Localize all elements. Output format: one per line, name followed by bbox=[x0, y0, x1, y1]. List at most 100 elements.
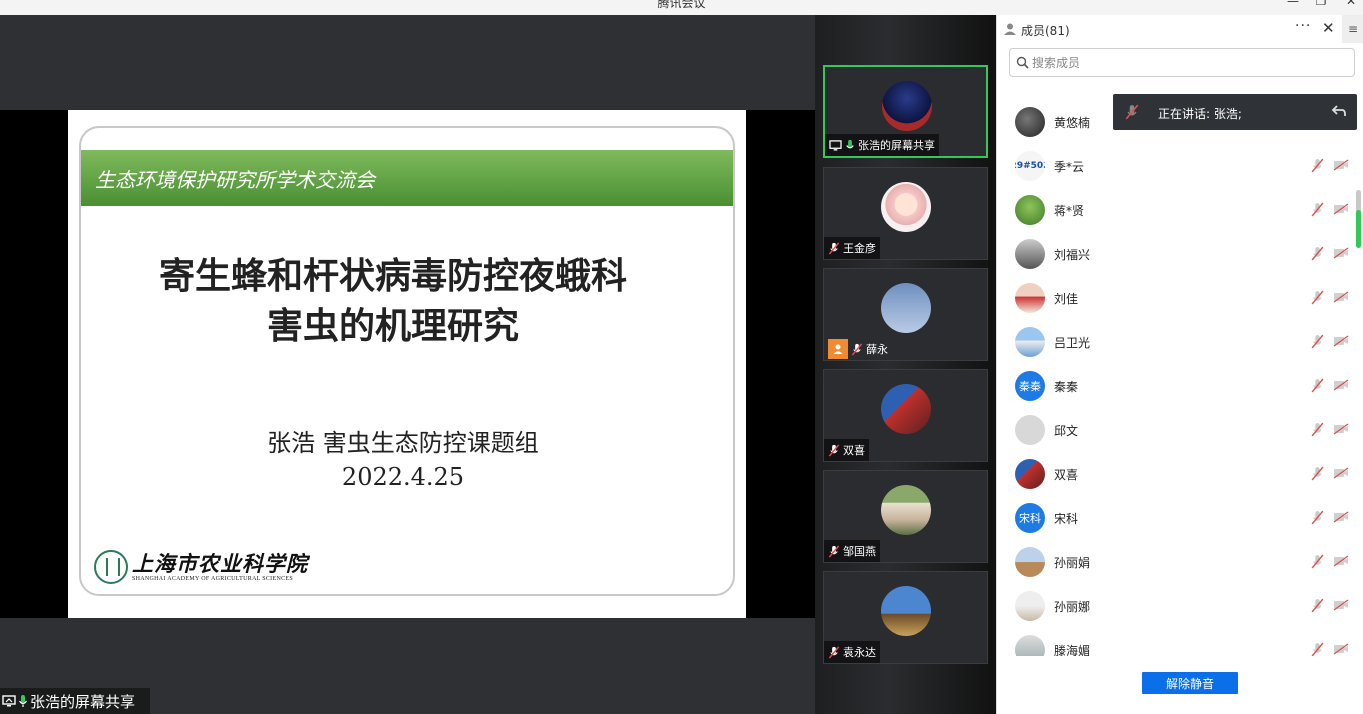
video-tile[interactable]: 双喜 bbox=[823, 369, 988, 462]
scroll-thumb[interactable] bbox=[1356, 210, 1361, 248]
avatar bbox=[881, 182, 931, 232]
mic-muted-icon[interactable] bbox=[1311, 510, 1324, 528]
member-row[interactable]: 滕海媚 bbox=[997, 628, 1354, 656]
minimize-button[interactable]: — bbox=[1283, 0, 1303, 8]
tile-name: 双喜 bbox=[843, 444, 865, 457]
mic-muted-icon[interactable] bbox=[1311, 422, 1324, 440]
mic-muted-icon bbox=[828, 544, 840, 558]
avatar bbox=[1015, 415, 1045, 445]
member-row[interactable]: 刘福兴 bbox=[997, 232, 1354, 276]
academy-name-cn: 上海市农业科学院 bbox=[132, 551, 308, 576]
mic-muted-icon[interactable] bbox=[1311, 598, 1324, 616]
tile-name-bar: 薛永 bbox=[824, 338, 892, 360]
member-name: 吕卫光 bbox=[1054, 336, 1091, 350]
camera-off-icon[interactable] bbox=[1333, 423, 1349, 438]
member-row[interactable]: 蒋*贤 bbox=[997, 188, 1354, 232]
camera-off-icon[interactable] bbox=[1333, 247, 1349, 262]
mic-muted-icon[interactable] bbox=[1311, 290, 1324, 308]
user-icon bbox=[828, 339, 848, 359]
video-tile[interactable]: 张浩的屏幕共享 bbox=[823, 65, 988, 158]
mic-muted-icon[interactable] bbox=[1311, 246, 1324, 264]
camera-off-icon[interactable] bbox=[1333, 159, 1349, 174]
member-list-scrollbar[interactable] bbox=[1356, 190, 1361, 248]
title-bar: 腾讯会议 — ❐ ✕ bbox=[0, 0, 1363, 15]
unmute-button[interactable]: 解除静音 bbox=[1142, 672, 1238, 694]
tile-name: 袁永达 bbox=[843, 646, 876, 659]
avatar bbox=[1015, 239, 1045, 269]
close-window-button[interactable]: ✕ bbox=[1341, 0, 1361, 8]
avatar: 宋科 bbox=[1015, 503, 1045, 533]
shared-screen-stage: 生态环境保护研究所学术交流会 寄生蜂和杆状病毒防控夜蛾科 害虫的机理研究 张浩 … bbox=[0, 15, 815, 714]
camera-off-icon[interactable] bbox=[1333, 335, 1349, 350]
member-row[interactable]: 29#502 季*云 bbox=[997, 144, 1354, 188]
avatar bbox=[1015, 195, 1045, 225]
video-tile[interactable]: 邹国燕 bbox=[823, 470, 988, 563]
camera-off-icon[interactable] bbox=[1333, 203, 1349, 218]
return-arrow-icon[interactable] bbox=[1331, 103, 1347, 119]
avatar bbox=[1015, 327, 1045, 357]
close-panel-button[interactable]: ✕ bbox=[1322, 19, 1335, 37]
mic-muted-icon[interactable] bbox=[1311, 334, 1324, 352]
speaking-text: 正在讲话: 张浩; bbox=[1158, 107, 1242, 121]
mic-muted-icon bbox=[828, 443, 840, 457]
member-row[interactable]: 邱文 bbox=[997, 408, 1354, 452]
member-row[interactable]: 刘佳 bbox=[997, 276, 1354, 320]
member-row[interactable]: 孙丽娟 bbox=[997, 540, 1354, 584]
tile-name: 张浩的屏幕共享 bbox=[858, 139, 935, 152]
slide-author: 张浩 害虫生态防控课题组 bbox=[267, 429, 539, 457]
member-name: 宋科 bbox=[1054, 512, 1079, 526]
avatar-badge-text: 29#502 bbox=[1015, 161, 1045, 171]
mic-on-icon bbox=[846, 139, 854, 148]
video-tile[interactable]: 袁永达 bbox=[823, 571, 988, 664]
member-name: 双喜 bbox=[1054, 468, 1079, 482]
member-row[interactable]: 孙丽娜 bbox=[997, 584, 1354, 628]
member-row[interactable]: 吕卫光 bbox=[997, 320, 1354, 364]
camera-off-icon[interactable] bbox=[1333, 291, 1349, 306]
video-tile[interactable]: 薛永 bbox=[823, 268, 988, 361]
mic-muted-icon[interactable] bbox=[1311, 642, 1324, 656]
member-search[interactable] bbox=[1009, 48, 1355, 77]
member-name: 孙丽娟 bbox=[1054, 556, 1091, 570]
member-row[interactable]: 宋科 宋科 bbox=[997, 496, 1354, 540]
menu-icon[interactable]: ≡ bbox=[1342, 15, 1363, 43]
avatar bbox=[881, 283, 931, 333]
window-title: 腾讯会议 bbox=[657, 0, 706, 10]
member-name: 黄悠楠 bbox=[1054, 116, 1091, 130]
screen-share-icon bbox=[829, 139, 842, 151]
member-name: 秦秦 bbox=[1054, 380, 1079, 394]
slide-header-bar: 生态环境保护研究所学术交流会 bbox=[81, 150, 733, 206]
more-options-button[interactable]: ··· bbox=[1295, 18, 1311, 34]
video-tile[interactable]: 王金彦 bbox=[823, 167, 988, 260]
slide-header-text: 生态环境保护研究所学术交流会 bbox=[95, 168, 375, 192]
tile-name-bar: 张浩的屏幕共享 bbox=[825, 134, 939, 156]
member-name: 季*云 bbox=[1054, 160, 1085, 174]
tile-name: 邹国燕 bbox=[843, 545, 876, 558]
camera-off-icon[interactable] bbox=[1333, 555, 1349, 570]
camera-off-icon[interactable] bbox=[1333, 599, 1349, 614]
member-row[interactable]: 秦秦 秦秦 bbox=[997, 364, 1354, 408]
search-input[interactable] bbox=[1032, 53, 1332, 73]
slide-title-line1: 寄生蜂和杆状病毒防控夜蛾科 bbox=[158, 256, 627, 297]
camera-off-icon[interactable] bbox=[1333, 511, 1349, 526]
camera-off-icon[interactable] bbox=[1333, 379, 1349, 394]
member-name: 滕海媚 bbox=[1054, 644, 1091, 656]
mic-muted-icon[interactable] bbox=[1311, 554, 1324, 572]
mic-muted-icon[interactable] bbox=[1311, 378, 1324, 396]
mic-muted-icon[interactable] bbox=[1311, 202, 1324, 220]
mic-muted-icon bbox=[828, 241, 840, 255]
mic-muted-icon[interactable] bbox=[1311, 158, 1324, 176]
tile-name-bar: 双喜 bbox=[824, 439, 869, 461]
slide-title-line2: 害虫的机理研究 bbox=[266, 306, 519, 347]
camera-off-icon[interactable] bbox=[1333, 467, 1349, 482]
screen-share-label: 张浩的屏幕共享 bbox=[0, 688, 150, 714]
member-row[interactable]: 双喜 bbox=[997, 452, 1354, 496]
mic-muted-icon bbox=[851, 342, 863, 356]
speaking-indicator: 正在讲话: 张浩; bbox=[1113, 94, 1357, 130]
camera-off-icon[interactable] bbox=[1333, 643, 1349, 656]
avatar bbox=[1015, 591, 1045, 621]
avatar bbox=[1015, 459, 1045, 489]
mic-muted-icon[interactable] bbox=[1311, 466, 1324, 484]
tile-name: 王金彦 bbox=[843, 242, 876, 255]
avatar bbox=[1015, 107, 1045, 137]
maximize-button[interactable]: ❐ bbox=[1311, 0, 1331, 8]
